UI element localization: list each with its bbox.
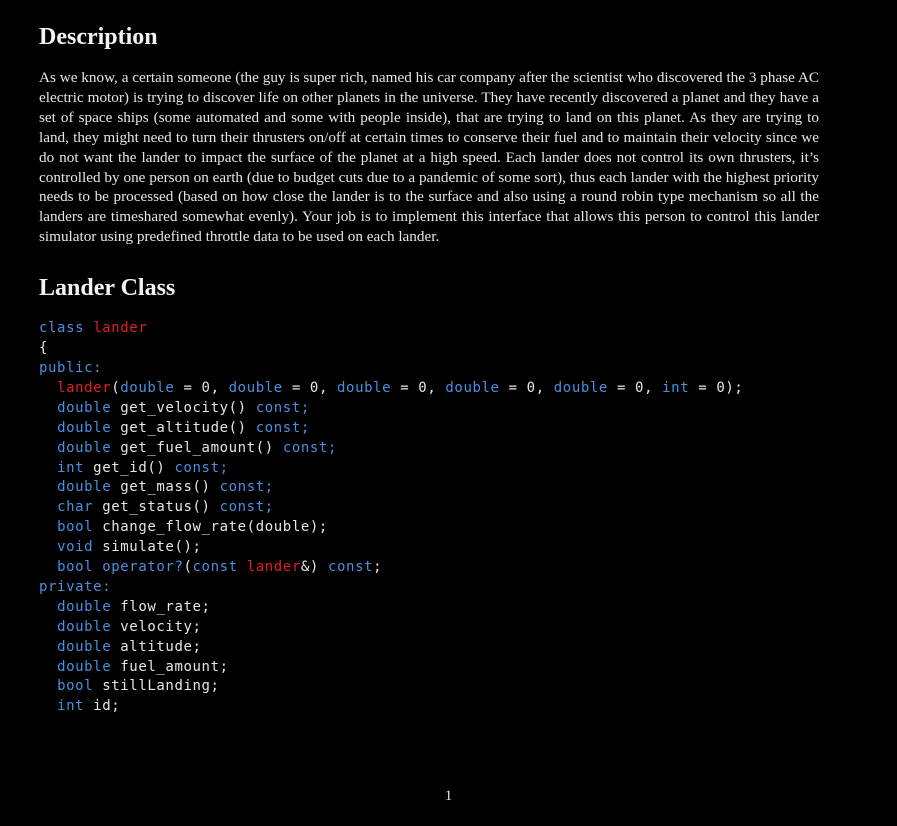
code-ctor-name: lander — [57, 379, 112, 396]
code-field-line: double flow_rate; — [57, 598, 211, 615]
code-operator-line: bool operator?(const lander&) const; — [57, 559, 383, 576]
code-method-line: void simulate(); — [57, 539, 202, 556]
page-number: 1 — [444, 788, 453, 804]
code-field-line: int id; — [57, 698, 121, 715]
code-field-line: double altitude; — [57, 638, 202, 655]
description-paragraph: As we know, a certain someone (the guy i… — [39, 69, 819, 246]
code-methods: double get_velocity() const; double get_… — [39, 400, 337, 555]
code-ctor-args: (double = 0, double = 0, double = 0, dou… — [111, 379, 744, 396]
code-field-line: double velocity; — [57, 618, 202, 635]
code-method-line: double get_mass() const; — [57, 479, 274, 496]
code-field-line: double fuel_amount; — [57, 658, 229, 675]
code-public-label: public: — [39, 359, 103, 376]
code-method-line: double get_fuel_amount() const; — [57, 439, 337, 456]
code-method-line: double get_altitude() const; — [57, 419, 310, 436]
code-method-line: bool change_flow_rate(double); — [57, 519, 328, 536]
code-method-line: double get_velocity() const; — [57, 399, 310, 416]
lander-class-code: class lander { public: lander(double = 0… — [39, 319, 819, 717]
document-page: Description As we know, a certain someon… — [39, 24, 819, 717]
description-heading: Description — [39, 24, 158, 50]
lander-class-heading: Lander Class — [39, 275, 176, 302]
code-class-keyword: class — [39, 320, 85, 337]
code-field-line: bool stillLanding; — [57, 678, 220, 695]
code-method-line: int get_id() const; — [57, 459, 229, 476]
code-private-label: private: — [39, 578, 112, 595]
code-method-line: char get_status() const; — [57, 499, 274, 516]
code-open-brace: { — [39, 340, 49, 357]
code-class-name: lander — [93, 320, 148, 337]
code-fields: double flow_rate; double velocity; doubl… — [39, 599, 229, 715]
